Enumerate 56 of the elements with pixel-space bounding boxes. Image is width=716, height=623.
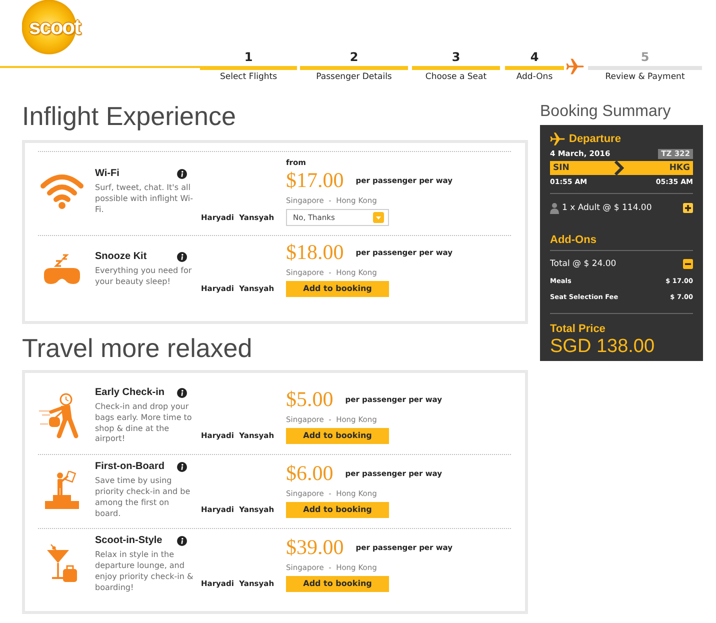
step-number: 3 xyxy=(452,50,460,64)
addon-description: Save time by using priority check-in and be among the first on board. xyxy=(95,476,192,520)
summary-heading: Booking Summary xyxy=(540,102,672,122)
info-icon[interactable] xyxy=(177,388,187,398)
section-heading: Travel more relaxed xyxy=(22,332,254,364)
step-number: 5 xyxy=(640,50,650,64)
addon-description: Relax in style in the departure lounge, and enjoy priority check-in & boarding! xyxy=(95,550,194,594)
airplane-icon xyxy=(566,58,584,75)
person-icon xyxy=(550,202,559,214)
price: $17.00 xyxy=(286,170,344,190)
step-label[interactable]: Select Flights xyxy=(220,71,278,83)
info-icon[interactable] xyxy=(177,252,187,262)
passenger-fare: 1 x Adult @ $ 114.00 xyxy=(562,202,652,214)
addon-name: Early Check-in xyxy=(95,387,164,399)
plus-icon[interactable] xyxy=(683,203,693,213)
price: $39.00 xyxy=(286,536,344,557)
wifi-icon xyxy=(40,174,84,210)
step-label[interactable]: Review & Payment xyxy=(605,71,685,83)
info-icon[interactable] xyxy=(177,169,187,180)
price: $18.00 xyxy=(286,242,344,262)
section-heading: Inflight Experience xyxy=(22,100,237,132)
addons-total: Total @ $ 24.00 xyxy=(550,258,616,270)
chevron-icon xyxy=(614,161,624,175)
add-to-booking-button[interactable]: Add to booking xyxy=(286,428,389,444)
step-number: 2 xyxy=(350,50,358,64)
addons-heading: Add-Ons xyxy=(550,233,598,247)
flight-direction: Departure xyxy=(569,132,621,146)
step-number: 1 xyxy=(244,50,253,64)
add-to-booking-button[interactable]: Add to booking xyxy=(286,502,389,518)
addon-name: Wi-Fi xyxy=(95,168,120,180)
addon-name: Snooze Kit xyxy=(95,251,147,264)
airplane-icon xyxy=(550,132,565,146)
dropdown-caret-icon xyxy=(373,212,384,223)
step-label[interactable]: Add-Ons xyxy=(516,71,553,83)
add-to-booking-button[interactable]: Add to booking xyxy=(286,576,389,592)
addon-name: Scoot-in-Style xyxy=(95,535,162,548)
addon-description: Surf, tweet, chat. It's all possible with inflight Wi-Fi. xyxy=(95,183,194,216)
minus-icon[interactable] xyxy=(683,259,693,269)
add-to-booking-button[interactable]: Add to booking xyxy=(286,281,389,297)
price: $6.00 xyxy=(286,462,334,483)
origin-code: SIN xyxy=(553,162,570,175)
destination-code: HKG xyxy=(669,162,690,175)
step-label[interactable]: Passenger Details xyxy=(316,71,392,83)
step-number: 4 xyxy=(530,50,539,64)
total-price-label: Total Price xyxy=(550,322,606,336)
price: $5.00 xyxy=(286,388,334,409)
addon-name: First-on-Board xyxy=(95,461,164,474)
addon-description: Everything you need for your beauty sleep! xyxy=(95,266,193,288)
addon-description: Check-in and drop your bags early. More time to shop & dine at the airport! xyxy=(95,402,193,446)
step-label[interactable]: Choose a Seat xyxy=(425,71,487,83)
sleep-mask-icon xyxy=(43,254,81,285)
cocktail-suitcase-icon xyxy=(46,544,78,584)
info-icon[interactable] xyxy=(177,462,187,472)
podium-icon xyxy=(45,471,79,510)
info-icon[interactable] xyxy=(177,536,187,546)
total-price: SGD 138.00 xyxy=(550,336,656,358)
